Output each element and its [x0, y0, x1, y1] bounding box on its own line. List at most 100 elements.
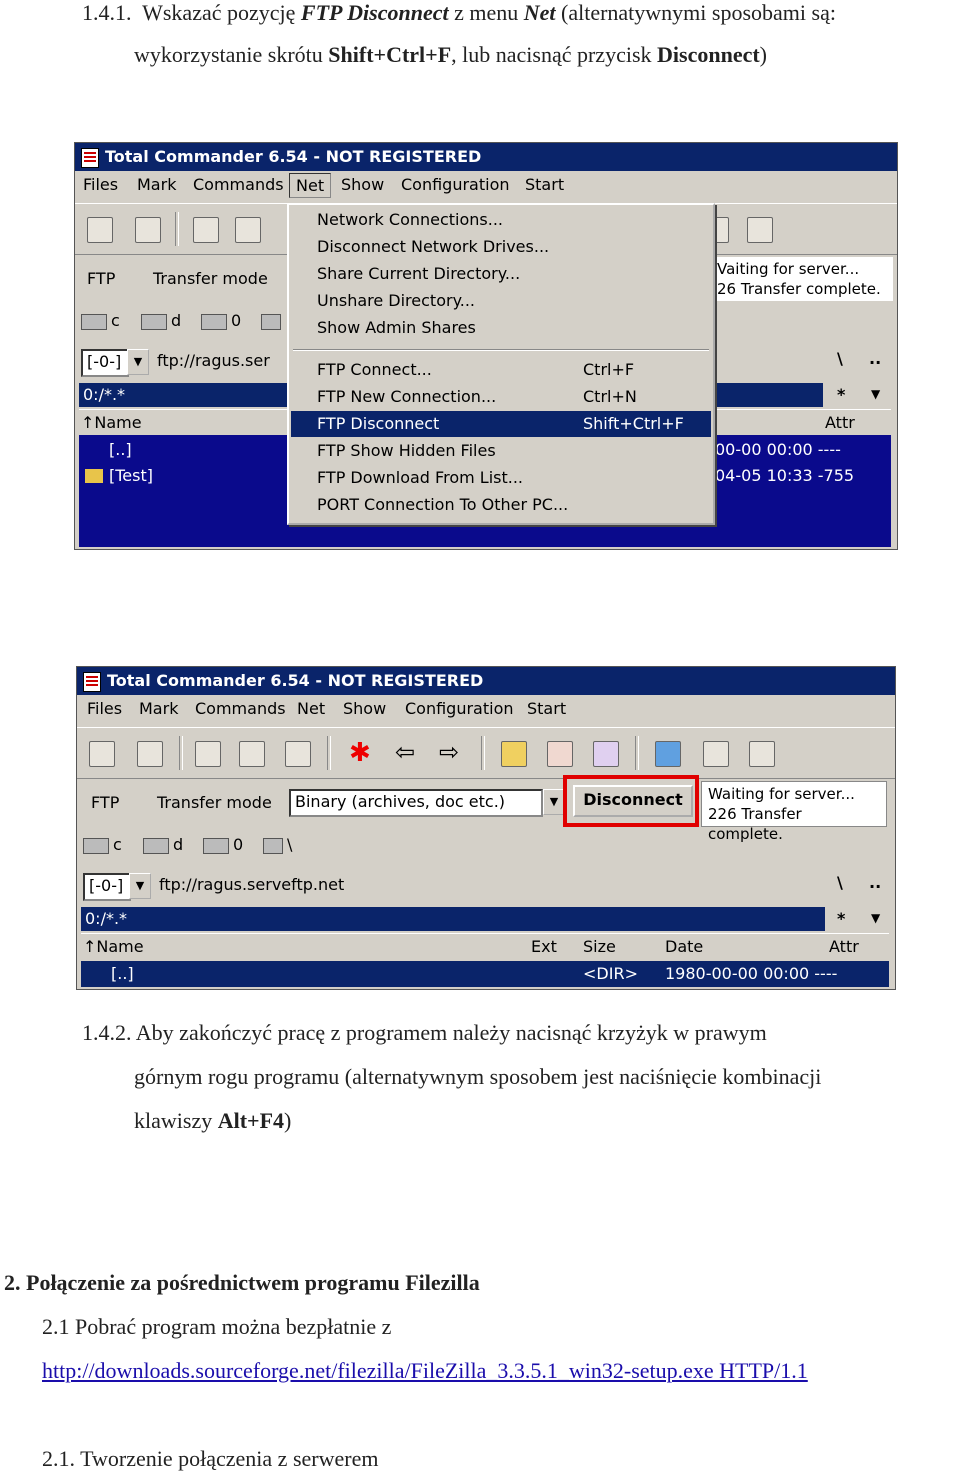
- pack-icon[interactable]: [235, 217, 261, 243]
- asterisk-icon[interactable]: ✱: [349, 738, 371, 768]
- notepad-icon[interactable]: [655, 741, 681, 767]
- menu-shortcut: Ctrl+F: [583, 360, 635, 379]
- text: , lub nacisnąć przycisk: [451, 42, 652, 67]
- parent-button[interactable]: ..: [869, 873, 881, 892]
- menu-show[interactable]: Show: [341, 175, 384, 194]
- menu-item-show-admin-shares[interactable]: Show Admin Shares: [291, 315, 711, 341]
- menu-item-share-directory[interactable]: Share Current Directory...: [291, 261, 711, 287]
- tree-icon[interactable]: [135, 217, 161, 243]
- tree-icon[interactable]: [137, 741, 163, 767]
- back-arrow-icon[interactable]: ⇦: [395, 738, 415, 766]
- menu-mark[interactable]: Mark: [139, 699, 178, 718]
- network-drive-button[interactable]: [261, 311, 285, 330]
- menu-net[interactable]: Net: [289, 173, 332, 198]
- column-name[interactable]: ↑Name: [81, 410, 142, 436]
- ftp-label: FTP: [87, 269, 116, 288]
- folder-icon: [85, 469, 103, 483]
- filter-button[interactable]: *: [837, 909, 845, 928]
- column-attr[interactable]: Attr: [825, 410, 855, 436]
- status-line: Vaiting for server...: [717, 260, 860, 278]
- select-icon[interactable]: [195, 741, 221, 767]
- window-titlebar: Total Commander 6.54 - NOT REGISTERED: [77, 667, 895, 695]
- column-name[interactable]: ↑Name: [83, 934, 144, 960]
- menu-item-ftp-show-hidden[interactable]: FTP Show Hidden Files: [291, 438, 711, 464]
- menu-shortcut: Ctrl+N: [583, 387, 637, 406]
- menu-label: PORT Connection To Other PC...: [317, 495, 569, 514]
- chevron-down-icon[interactable]: ▼: [871, 911, 880, 925]
- refresh-icon[interactable]: [87, 217, 113, 243]
- menu-commands[interactable]: Commands: [195, 699, 286, 718]
- menu-configuration[interactable]: Configuration: [405, 699, 514, 718]
- menu-files[interactable]: Files: [87, 699, 122, 718]
- ftp-connect-icon[interactable]: [547, 741, 573, 767]
- parent-button[interactable]: ..: [869, 349, 881, 368]
- chevron-down-icon[interactable]: ▼: [127, 349, 149, 375]
- menu-item-ftp-connect[interactable]: FTP Connect... Ctrl+F: [291, 357, 711, 383]
- menu-files[interactable]: Files: [83, 175, 118, 194]
- chevron-down-icon[interactable]: ▼: [543, 789, 565, 815]
- ftp-drive-icon: [203, 837, 229, 854]
- menu-show[interactable]: Show: [343, 699, 386, 718]
- menu-item-ftp-disconnect[interactable]: FTP Disconnect Shift+Ctrl+F: [291, 411, 711, 437]
- subsection-heading: 2.1. Tworzenie połączenia z serwerem: [42, 1446, 379, 1471]
- root-button[interactable]: \: [837, 349, 843, 368]
- menu-item-network-connections[interactable]: Network Connections...: [291, 207, 711, 233]
- file-name: [..]: [111, 964, 134, 983]
- download-link[interactable]: http://downloads.sourceforge.net/filezil…: [42, 1358, 808, 1384]
- menu-mark[interactable]: Mark: [137, 175, 176, 194]
- menu-start[interactable]: Start: [527, 699, 566, 718]
- column-date[interactable]: Date: [665, 934, 703, 960]
- network-drive-button[interactable]: \: [263, 835, 292, 854]
- toolbar-separator: [481, 736, 485, 770]
- column-ext[interactable]: Ext: [531, 934, 557, 960]
- file-name: [Test]: [109, 466, 153, 485]
- folder-icon[interactable]: [747, 217, 773, 243]
- filter-button[interactable]: *: [837, 385, 845, 404]
- menu-item-unshare-directory[interactable]: Unshare Directory...: [291, 288, 711, 314]
- folder-icon[interactable]: [749, 741, 775, 767]
- cd-drive-icon: [143, 837, 169, 854]
- toolbar-separator: [635, 736, 639, 770]
- drive-label: d: [171, 311, 182, 330]
- menu-item-port-connection[interactable]: PORT Connection To Other PC...: [291, 492, 711, 518]
- disconnect-term: Disconnect: [657, 42, 760, 67]
- drive-combo[interactable]: [-0-]: [81, 349, 129, 377]
- drive-d-button[interactable]: d: [143, 835, 183, 854]
- url-icon[interactable]: [593, 741, 619, 767]
- pack-icon[interactable]: [239, 741, 265, 767]
- menu-configuration[interactable]: Configuration: [401, 175, 510, 194]
- column-attr[interactable]: Attr: [829, 934, 859, 960]
- drive-c-button[interactable]: c: [83, 835, 122, 854]
- column-size[interactable]: Size: [583, 934, 616, 960]
- select-icon[interactable]: [193, 217, 219, 243]
- drive-0-button[interactable]: 0: [203, 835, 243, 854]
- cube-icon[interactable]: [501, 741, 527, 767]
- menu-commands[interactable]: Commands: [193, 175, 284, 194]
- menu-start[interactable]: Start: [525, 175, 564, 194]
- menu-label: Unshare Directory...: [317, 291, 476, 310]
- edit-icon[interactable]: [703, 741, 729, 767]
- refresh-icon[interactable]: [89, 741, 115, 767]
- drive-0-button[interactable]: 0: [201, 311, 241, 330]
- table-row[interactable]: [..] <DIR> 1980-00-00 00:00 ----: [81, 961, 889, 987]
- ftp-label: FTP: [91, 793, 120, 812]
- drive-combo[interactable]: [-0-]: [83, 873, 131, 901]
- transfer-mode-select[interactable]: Binary (archives, doc etc.): [289, 789, 543, 817]
- menu-item-disconnect-network-drives[interactable]: Disconnect Network Drives...: [291, 234, 711, 260]
- menu-item-ftp-new-connection[interactable]: FTP New Connection... Ctrl+N: [291, 384, 711, 410]
- menu-label: FTP Download From List...: [317, 468, 523, 487]
- chevron-down-icon[interactable]: ▼: [871, 387, 880, 401]
- menu-label: FTP Connect...: [317, 360, 432, 379]
- root-button[interactable]: \: [837, 873, 843, 892]
- unpack-icon[interactable]: [285, 741, 311, 767]
- menu-net[interactable]: Net: [297, 699, 325, 718]
- drive-d-button[interactable]: d: [141, 311, 181, 330]
- chevron-down-icon[interactable]: ▼: [129, 873, 151, 899]
- drive-c-button[interactable]: c: [81, 311, 120, 330]
- screenshot-disconnect-button: Total Commander 6.54 - NOT REGISTERED Fi…: [76, 666, 896, 990]
- forward-arrow-icon[interactable]: ⇨: [439, 738, 459, 766]
- menu-separator: [293, 349, 709, 351]
- menu-item-ftp-download-list[interactable]: FTP Download From List...: [291, 465, 711, 491]
- drive-label: \: [287, 835, 293, 854]
- file-list: [..] <DIR> 1980-00-00 00:00 ----: [81, 961, 889, 987]
